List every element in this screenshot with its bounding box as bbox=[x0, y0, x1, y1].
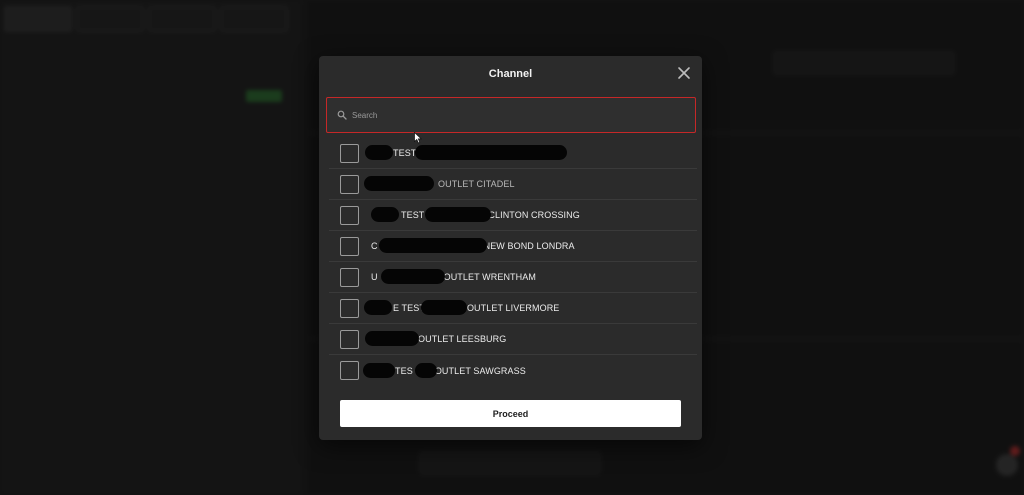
channel-checkbox[interactable] bbox=[340, 143, 359, 163]
channel-label: OUTLET CITADEL bbox=[364, 174, 515, 194]
redaction-mark bbox=[415, 362, 437, 378]
redaction-mark bbox=[415, 145, 567, 160]
channel-item[interactable]: TES OUTLET SAWGRASS bbox=[329, 355, 697, 386]
channel-label: TEST ジ bbox=[365, 143, 567, 163]
channel-checkbox[interactable] bbox=[340, 361, 359, 380]
channel-name: TEST bbox=[393, 148, 417, 158]
search-field[interactable] bbox=[326, 97, 696, 133]
channel-name: C bbox=[371, 241, 378, 251]
channel-item[interactable]: TEST CLINTON CROSSING bbox=[329, 200, 697, 231]
channel-item[interactable]: OUTLET LEESBURG bbox=[329, 324, 697, 355]
channel-checkbox[interactable] bbox=[340, 236, 359, 256]
modal-title: Channel bbox=[488, 68, 533, 80]
channel-item[interactable]: U OUTLET WRENTHAM bbox=[329, 262, 697, 293]
channel-item[interactable]: C NEW BOND LONDRA bbox=[329, 231, 697, 262]
redaction-mark bbox=[365, 331, 419, 346]
channel-name-tail: OUTLET LIVERMORE bbox=[466, 303, 560, 313]
channel-name: TES bbox=[395, 365, 413, 376]
redaction-mark bbox=[364, 300, 392, 315]
channel-name-tail: NEW BOND LONDRA bbox=[483, 241, 575, 251]
channel-checkbox[interactable] bbox=[340, 329, 359, 349]
channel-label: U OUTLET WRENTHAM bbox=[369, 267, 536, 287]
search-input[interactable] bbox=[352, 110, 672, 120]
channel-name-tail: OUTLET SAWGRASS bbox=[434, 365, 526, 376]
channel-label: C NEW BOND LONDRA bbox=[369, 236, 575, 256]
channel-name-tail: CLINTON CROSSING bbox=[488, 210, 580, 220]
channel-modal: Channel TEST ジ bbox=[319, 56, 702, 440]
page: Channel TEST ジ bbox=[0, 0, 1024, 495]
channel-label: E TEST OUTLET LIVERMORE bbox=[364, 298, 560, 318]
channel-checkbox[interactable] bbox=[340, 174, 359, 194]
close-button[interactable] bbox=[676, 65, 692, 81]
redaction-mark bbox=[365, 145, 393, 160]
channel-name: OUTLET LEESBURG bbox=[418, 334, 507, 344]
redaction-mark bbox=[371, 207, 399, 222]
redaction-mark bbox=[364, 176, 434, 191]
channel-item[interactable]: OUTLET CITADEL bbox=[329, 169, 697, 200]
redaction-mark bbox=[421, 300, 467, 315]
redaction-mark bbox=[425, 207, 491, 222]
channel-name: OUTLET CITADEL bbox=[438, 179, 515, 189]
channel-checkbox[interactable] bbox=[340, 205, 359, 225]
redaction-mark bbox=[381, 269, 445, 284]
channel-name: U bbox=[371, 272, 378, 282]
redaction-mark bbox=[363, 362, 395, 378]
channel-item[interactable]: E TEST OUTLET LIVERMORE bbox=[329, 293, 697, 324]
channel-checkbox[interactable] bbox=[340, 267, 359, 287]
proceed-button[interactable]: Proceed bbox=[340, 400, 681, 427]
channel-list: TEST ジ OUTLET CITADEL TEST CLIN bbox=[329, 138, 697, 386]
channel-checkbox[interactable] bbox=[340, 298, 359, 318]
redaction-mark bbox=[379, 238, 487, 253]
channel-item[interactable]: TEST ジ bbox=[329, 138, 697, 169]
channel-name: TEST bbox=[401, 210, 425, 220]
channel-name-tail: OUTLET WRENTHAM bbox=[443, 272, 536, 282]
close-icon bbox=[678, 67, 690, 79]
search-icon bbox=[337, 110, 347, 120]
channel-label: OUTLET LEESBURG bbox=[365, 329, 507, 349]
channel-label: TES OUTLET SAWGRASS bbox=[363, 361, 526, 381]
channel-label: TEST CLINTON CROSSING bbox=[369, 205, 580, 225]
